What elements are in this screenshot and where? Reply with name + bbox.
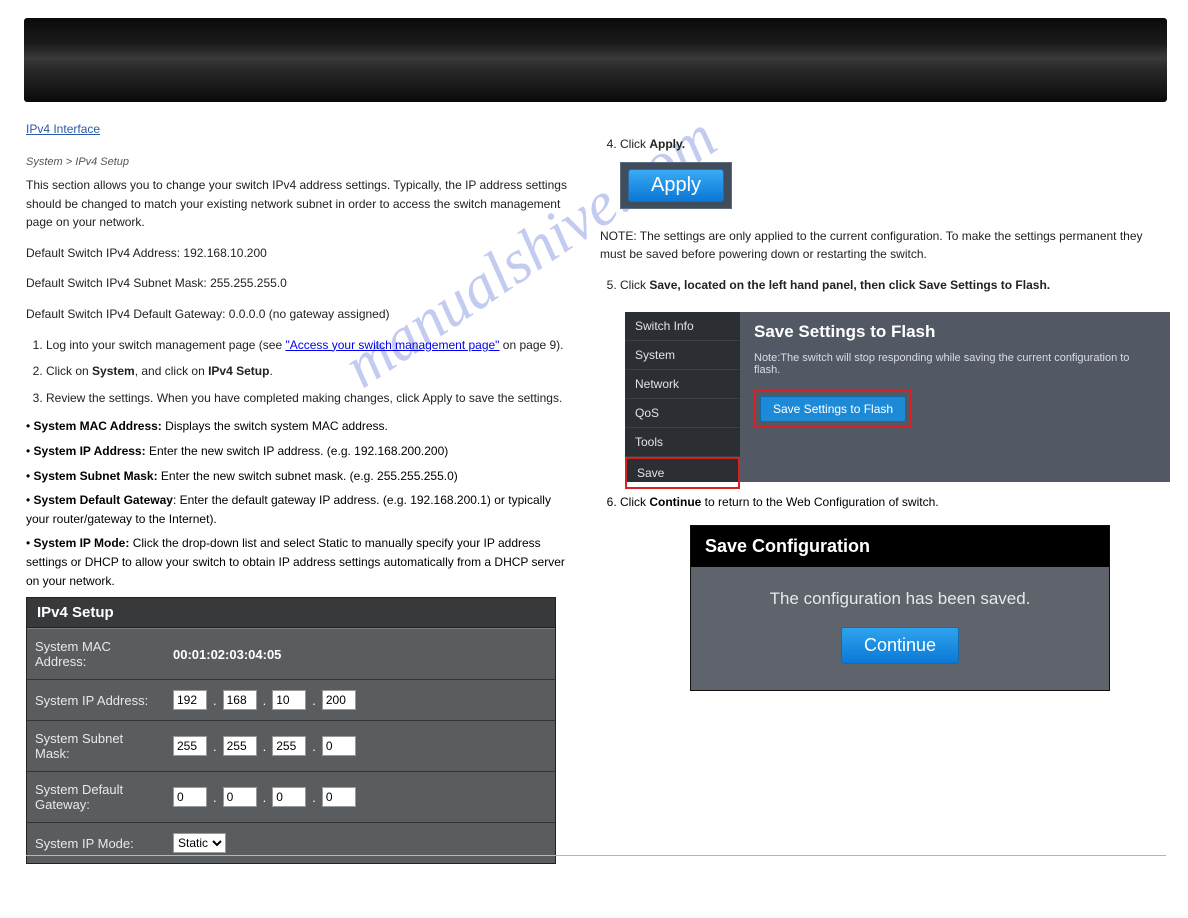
gw-octet-1[interactable] <box>173 787 207 807</box>
mac-value: 00:01:02:03:04:05 <box>167 637 555 672</box>
subnet-label: System Subnet Mask: <box>27 721 167 771</box>
subnet-octet-2[interactable] <box>223 736 257 756</box>
subnet-octet-1[interactable] <box>173 736 207 756</box>
save-conf-title: Save Configuration <box>691 526 1109 567</box>
gw-label: System Default Gateway: <box>27 772 167 822</box>
subnet-octet-4[interactable] <box>322 736 356 756</box>
intro-paragraph: This section allows you to change your s… <box>26 176 576 232</box>
save-settings-screenshot: Switch Info System Network QoS Tools Sav… <box>625 312 1170 482</box>
ip-label: System IP Address: <box>27 683 167 718</box>
gw-octet-2[interactable] <box>223 787 257 807</box>
bullet-ip: • System IP Address: Enter the new switc… <box>26 442 576 461</box>
ip-octet-3[interactable] <box>272 690 306 710</box>
nav-tools[interactable]: Tools <box>625 428 740 457</box>
step-5: Click Save, located on the left hand pan… <box>620 276 1170 295</box>
step-4: Click Apply. <box>620 135 1170 154</box>
gw-octet-3[interactable] <box>272 787 306 807</box>
save-conf-message: The configuration has been saved. <box>701 589 1099 609</box>
nav-network[interactable]: Network <box>625 370 740 399</box>
top-banner <box>24 18 1167 102</box>
ip-octet-4[interactable] <box>322 690 356 710</box>
ip-octet-2[interactable] <box>223 690 257 710</box>
breadcrumb: System > IPv4 Setup <box>26 156 576 168</box>
step-3: Review the settings. When you have compl… <box>46 389 576 408</box>
default-ip: Default Switch IPv4 Address: 192.168.10.… <box>26 244 576 263</box>
nav-sidebar: Switch Info System Network QoS Tools Sav… <box>625 312 740 482</box>
nav-qos[interactable]: QoS <box>625 399 740 428</box>
bullet-mode: • System IP Mode: Click the drop-down li… <box>26 534 576 590</box>
footer-divider <box>26 855 1166 856</box>
ipv4-panel-title: IPv4 Setup <box>27 598 555 628</box>
right-column: Click Apply. Apply NOTE: The settings ar… <box>600 135 1170 302</box>
apply-button-wrap: Apply <box>620 162 732 209</box>
note-text: NOTE: The settings are only applied to t… <box>600 227 1170 264</box>
left-column: IPv4 Interface System > IPv4 Setup This … <box>26 120 576 590</box>
continue-button[interactable]: Continue <box>841 627 959 664</box>
save-configuration-dialog: Save Configuration The configuration has… <box>690 525 1110 691</box>
step-1: Log into your switch management page (se… <box>46 336 576 355</box>
apply-button[interactable]: Apply <box>628 169 724 202</box>
ipv4-setup-panel: IPv4 Setup System MAC Address: 00:01:02:… <box>26 597 556 864</box>
ip-octet-1[interactable] <box>173 690 207 710</box>
gw-octet-4[interactable] <box>322 787 356 807</box>
mac-label: System MAC Address: <box>27 629 167 679</box>
nav-save[interactable]: Save <box>625 457 740 489</box>
step-6: Click Continue to return to the Web Conf… <box>620 495 939 509</box>
access-page-link[interactable]: "Access your switch management page" <box>285 338 499 352</box>
save-to-flash-button[interactable]: Save Settings to Flash <box>760 396 906 422</box>
save-pane-note: Note:The switch will stop responding whi… <box>754 352 1156 376</box>
subnet-octet-3[interactable] <box>272 736 306 756</box>
bullet-subnet: • System Subnet Mask: Enter the new swit… <box>26 467 576 486</box>
flash-button-highlight: Save Settings to Flash <box>754 390 912 428</box>
nav-switch-info[interactable]: Switch Info <box>625 312 740 341</box>
bullet-mac: • System MAC Address: Displays the switc… <box>26 417 576 436</box>
save-pane-title: Save Settings to Flash <box>754 322 1156 342</box>
default-subnet: Default Switch IPv4 Subnet Mask: 255.255… <box>26 274 576 293</box>
nav-system[interactable]: System <box>625 341 740 370</box>
ipv4-interface-link[interactable]: IPv4 Interface <box>26 122 100 136</box>
ip-mode-select[interactable]: Static <box>173 833 226 853</box>
bullet-gw: • System Default Gateway: Enter the defa… <box>26 491 576 528</box>
step-2: Click on System, and click on IPv4 Setup… <box>46 362 576 381</box>
default-gateway: Default Switch IPv4 Default Gateway: 0.0… <box>26 305 576 324</box>
